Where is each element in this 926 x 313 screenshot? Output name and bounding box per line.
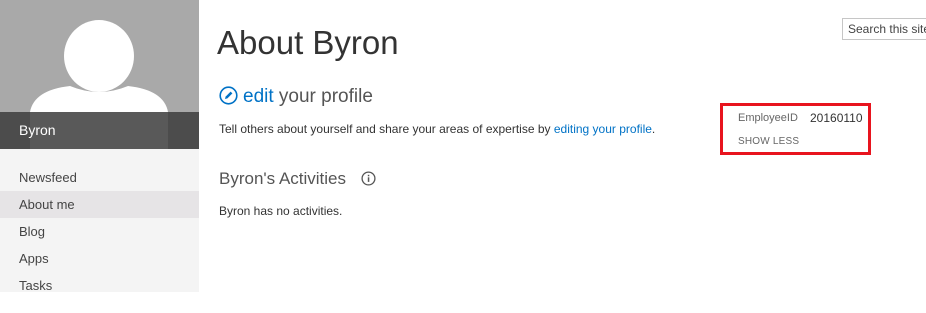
edit-line-rest: your profile [278, 86, 373, 107]
show-less-toggle[interactable]: SHOW LESS [738, 136, 799, 147]
page-title: About Byron [217, 24, 399, 61]
nav-item-newsfeed[interactable]: Newsfeed [0, 164, 199, 191]
profile-hint-text: Tell others about yourself and share you… [219, 122, 554, 136]
activities-title: Byron's Activities [219, 169, 347, 188]
nav-item-apps[interactable]: Apps [0, 245, 199, 272]
edit-profile-line: edit your profile [219, 86, 373, 111]
profile-name: Byron [19, 122, 56, 138]
info-icon[interactable] [361, 171, 376, 191]
profile-name-bar: Byron [0, 112, 199, 149]
quick-launch-nav: Newsfeed About me Blog Apps Tasks [0, 164, 199, 299]
profile-hint: Tell others about yourself and share you… [219, 122, 655, 136]
editing-profile-link[interactable]: editing your profile [554, 122, 652, 136]
nav-item-tasks[interactable]: Tasks [0, 272, 199, 299]
pencil-icon[interactable] [219, 86, 238, 111]
nav-item-blog[interactable]: Blog [0, 218, 199, 245]
profile-hint-suffix: . [651, 122, 656, 136]
profile-photo[interactable]: Byron [0, 0, 199, 149]
employee-id-value: 20160110 [810, 111, 863, 125]
employee-id-panel: EmployeeID 20160110 SHOW LESS [720, 103, 871, 155]
edit-link[interactable]: edit [243, 86, 274, 107]
nav-item-about-me[interactable]: About me [0, 191, 199, 218]
search-input[interactable]: Search this site [842, 18, 926, 40]
employee-id-label: EmployeeID [738, 112, 798, 124]
activities-heading: Byron's Activities [219, 169, 376, 191]
no-activities-message: Byron has no activities. [219, 204, 343, 218]
sidebar: Byron Newsfeed About me Blog Apps Tasks [0, 0, 199, 293]
